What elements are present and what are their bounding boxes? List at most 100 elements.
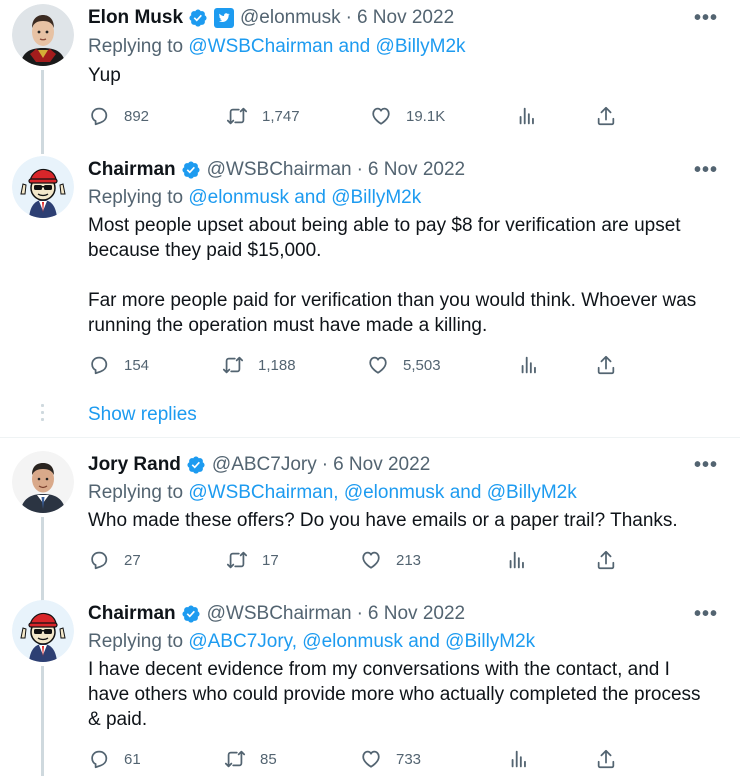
retweet-count: 17 xyxy=(262,551,279,569)
reply-icon xyxy=(88,105,110,127)
author-handle[interactable]: @elonmusk xyxy=(240,7,341,29)
show-replies-link[interactable]: Show replies xyxy=(88,404,197,426)
replying-to-link[interactable]: @elonmusk and @BillyM2k xyxy=(188,187,421,208)
like-icon xyxy=(370,105,392,127)
tweet-header: Chairman @WSBChairman · 6 Nov 2022 xyxy=(88,158,465,182)
reply-button[interactable]: 892 xyxy=(88,105,149,127)
retweet-count: 1,188 xyxy=(258,356,296,374)
reply-button[interactable]: 61 xyxy=(88,748,141,770)
author-name[interactable]: Chairman xyxy=(88,159,176,181)
tweet-2[interactable]: Chairman @WSBChairman · 6 Nov 2022 ••• R… xyxy=(0,152,740,402)
views-button[interactable] xyxy=(506,549,528,571)
retweet-icon xyxy=(222,354,244,376)
tweet-header: Jory Rand @ABC7Jory · 6 Nov 2022 xyxy=(88,453,430,477)
retweet-icon xyxy=(224,748,246,770)
verified-badge-icon xyxy=(181,160,201,180)
tweet-text: I have decent evidence from my conversat… xyxy=(88,659,701,730)
tweet-date[interactable]: 6 Nov 2022 xyxy=(368,603,465,625)
tweet-4[interactable]: Chairman @WSBChairman · 6 Nov 2022 ••• R… xyxy=(0,596,740,776)
share-icon xyxy=(595,748,617,770)
views-icon xyxy=(506,549,528,571)
retweet-button[interactable]: 17 xyxy=(226,549,279,571)
share-icon xyxy=(595,105,617,127)
retweet-count: 1,747 xyxy=(262,107,300,125)
tweet-text: Who made these offers? Do you have email… xyxy=(88,510,678,531)
share-button[interactable] xyxy=(595,549,617,571)
share-button[interactable] xyxy=(595,748,617,770)
like-button[interactable]: 19.1K xyxy=(370,105,445,127)
reply-icon xyxy=(88,748,110,770)
retweet-button[interactable]: 1,747 xyxy=(226,105,300,127)
reply-icon xyxy=(88,354,110,376)
avatar-elon-musk[interactable] xyxy=(12,4,74,66)
action-bar: 27 17 213 xyxy=(88,549,648,573)
reply-button[interactable]: 27 xyxy=(88,549,141,571)
views-icon xyxy=(516,105,538,127)
share-button[interactable] xyxy=(595,105,617,127)
views-icon xyxy=(518,354,540,376)
replying-to-link[interactable]: @ABC7Jory, @elonmusk and @BillyM2k xyxy=(188,631,535,652)
thread-dots xyxy=(41,404,44,425)
views-button[interactable] xyxy=(508,748,530,770)
tweet-date[interactable]: 6 Nov 2022 xyxy=(357,7,454,29)
views-icon xyxy=(508,748,530,770)
separator-dot: · xyxy=(356,603,363,624)
more-icon[interactable]: ••• xyxy=(694,6,718,30)
action-bar: 892 1,747 19.1K xyxy=(88,105,648,129)
share-icon xyxy=(595,354,617,376)
replying-to-link[interactable]: @WSBChairman and @BillyM2k xyxy=(188,36,465,57)
reply-count: 892 xyxy=(124,107,150,125)
views-button[interactable] xyxy=(518,354,540,376)
retweet-button[interactable]: 85 xyxy=(224,748,277,770)
retweet-icon xyxy=(226,549,248,571)
tweet-header: Chairman @WSBChairman · 6 Nov 2022 xyxy=(88,602,465,626)
share-icon xyxy=(595,549,617,571)
reply-icon xyxy=(88,549,110,571)
thread-line xyxy=(41,70,44,154)
share-button[interactable] xyxy=(595,354,617,376)
author-name[interactable]: Elon Musk xyxy=(88,7,183,29)
more-icon[interactable]: ••• xyxy=(694,158,718,182)
avatar-jory-rand[interactable] xyxy=(12,451,74,513)
tweet-3[interactable]: Jory Rand @ABC7Jory · 6 Nov 2022 ••• Rep… xyxy=(0,447,740,601)
like-icon xyxy=(367,354,389,376)
author-name[interactable]: Jory Rand xyxy=(88,454,181,476)
tweet-text: Most people upset about being able to pa… xyxy=(88,215,697,336)
tweet-1[interactable]: Elon Musk @elonmusk · 6 Nov 2022 ••• Rep… xyxy=(0,0,740,154)
replying-prefix: Replying to xyxy=(88,187,184,208)
reply-count: 61 xyxy=(124,750,141,768)
separator-dot: · xyxy=(321,454,329,475)
separator-dot: · xyxy=(345,7,352,28)
avatar-chairman[interactable] xyxy=(12,600,74,662)
replying-to-link[interactable]: @WSBChairman, @elonmusk and @BillyM2k xyxy=(188,482,576,503)
reply-button[interactable]: 154 xyxy=(88,354,149,376)
like-count: 733 xyxy=(396,750,422,768)
like-button[interactable]: 5,503 xyxy=(367,354,441,376)
like-button[interactable]: 733 xyxy=(360,748,421,770)
tweet-date[interactable]: 6 Nov 2022 xyxy=(368,159,465,181)
like-count: 5,503 xyxy=(403,356,441,374)
author-name[interactable]: Chairman xyxy=(88,603,176,625)
tweet-date[interactable]: 6 Nov 2022 xyxy=(333,454,430,476)
like-count: 19.1K xyxy=(406,107,446,125)
replying-to: Replying to @WSBChairman, @elonmusk and … xyxy=(88,482,577,504)
twitter-bird-icon xyxy=(214,8,235,28)
avatar-chairman[interactable] xyxy=(12,156,74,218)
reply-count: 154 xyxy=(124,356,150,374)
more-icon[interactable]: ••• xyxy=(694,453,718,477)
tweet-header: Elon Musk @elonmusk · 6 Nov 2022 xyxy=(88,6,454,30)
retweet-icon xyxy=(226,105,248,127)
retweet-button[interactable]: 1,188 xyxy=(222,354,296,376)
author-handle[interactable]: @WSBChairman xyxy=(207,603,352,625)
reply-count: 27 xyxy=(124,551,141,569)
replying-to: Replying to @WSBChairman and @BillyM2k xyxy=(88,36,466,58)
replying-to: Replying to @elonmusk and @BillyM2k xyxy=(88,187,421,209)
like-icon xyxy=(360,748,382,770)
author-handle[interactable]: @ABC7Jory xyxy=(212,454,317,476)
separator-dot: · xyxy=(356,159,363,180)
tweet-text: Yup xyxy=(88,65,121,86)
author-handle[interactable]: @WSBChairman xyxy=(207,159,352,181)
like-button[interactable]: 213 xyxy=(360,549,421,571)
views-button[interactable] xyxy=(516,105,538,127)
more-icon[interactable]: ••• xyxy=(694,602,718,626)
